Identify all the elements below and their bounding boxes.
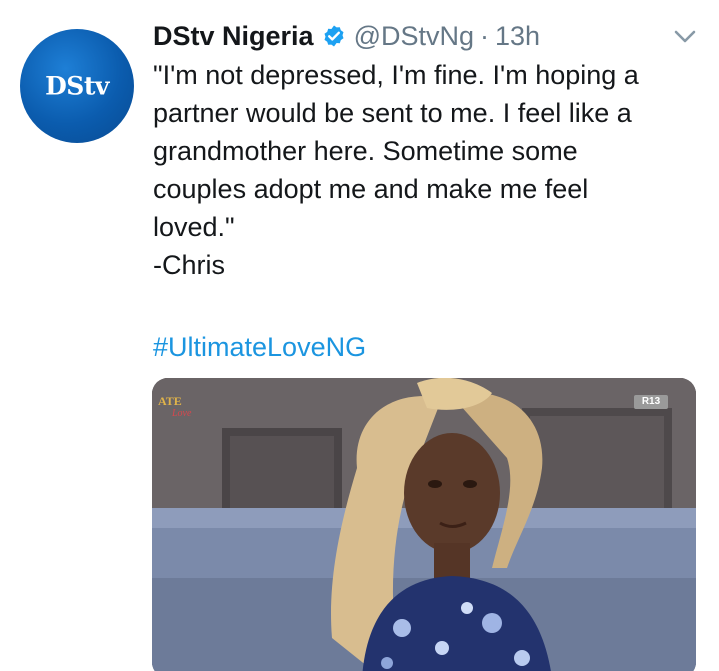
hashtag-link[interactable]: #UltimateLoveNG xyxy=(153,328,366,366)
verified-badge-icon xyxy=(322,24,346,48)
show-logo: ATE xyxy=(158,394,182,408)
tweet-text-line: partner would be sent to me. I feel like… xyxy=(153,98,632,128)
dstv-logo: DStv xyxy=(45,71,109,101)
tweet-text-line: loved." xyxy=(153,212,235,242)
tweet-text-line: "I'm not depressed, I'm fine. I'm hoping… xyxy=(153,60,639,90)
tweet-media-image[interactable]: ATE Love R13 xyxy=(152,378,696,671)
author-name[interactable]: DStv Nigeria xyxy=(153,21,314,52)
media-photo xyxy=(152,378,696,671)
tweet-text-line: couples adopt me and make me feel xyxy=(153,174,589,204)
author-handle[interactable]: @DStvNg xyxy=(354,21,474,52)
show-logo-sub: Love xyxy=(172,408,192,419)
chevron-down-icon[interactable] xyxy=(674,30,696,44)
rating-badge: R13 xyxy=(634,395,668,409)
separator-dot: · xyxy=(480,20,489,51)
tweet-text-line: -Chris xyxy=(153,250,225,280)
avatar[interactable]: DStv xyxy=(20,29,134,143)
tweet-text: "I'm not depressed, I'm fine. I'm hoping… xyxy=(153,56,703,284)
timestamp[interactable]: 13h xyxy=(495,21,540,52)
tweet-text-line: grandmother here. Sometime some xyxy=(153,136,578,166)
tweet-header: DStv Nigeria @DStvNg · 13h xyxy=(153,16,540,56)
